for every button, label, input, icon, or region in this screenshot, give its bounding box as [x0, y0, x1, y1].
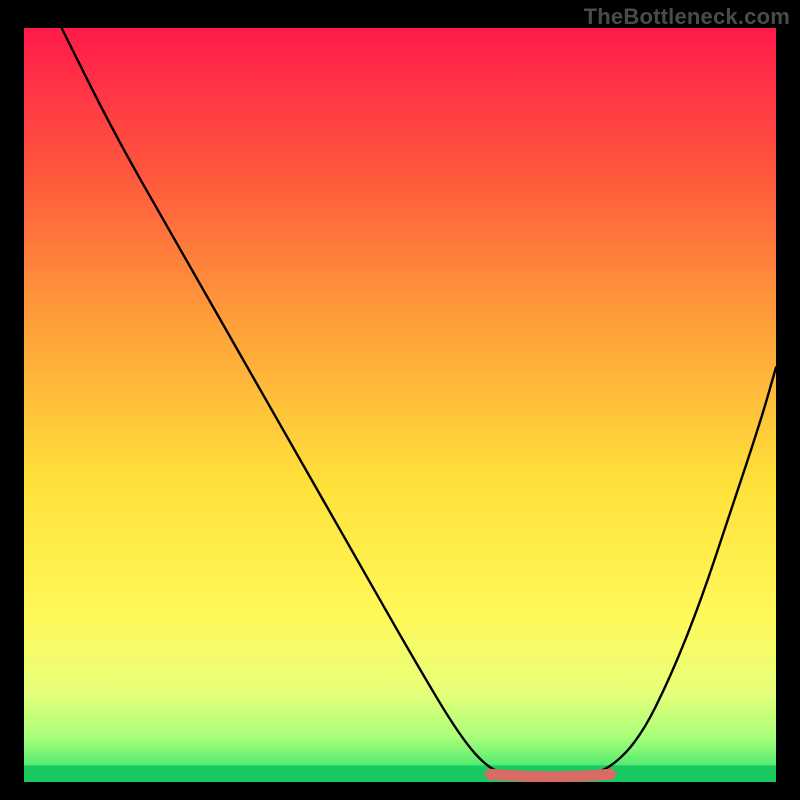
- frame-right: [776, 0, 800, 800]
- baseline-band: [24, 765, 776, 782]
- bottleneck-chart: [0, 0, 800, 800]
- frame-left: [0, 0, 24, 800]
- frame-bottom: [0, 782, 800, 800]
- watermark-text: TheBottleneck.com: [584, 4, 790, 30]
- plot-background: [24, 28, 776, 782]
- optimal-range-marker: [490, 774, 610, 777]
- chart-stage: TheBottleneck.com: [0, 0, 800, 800]
